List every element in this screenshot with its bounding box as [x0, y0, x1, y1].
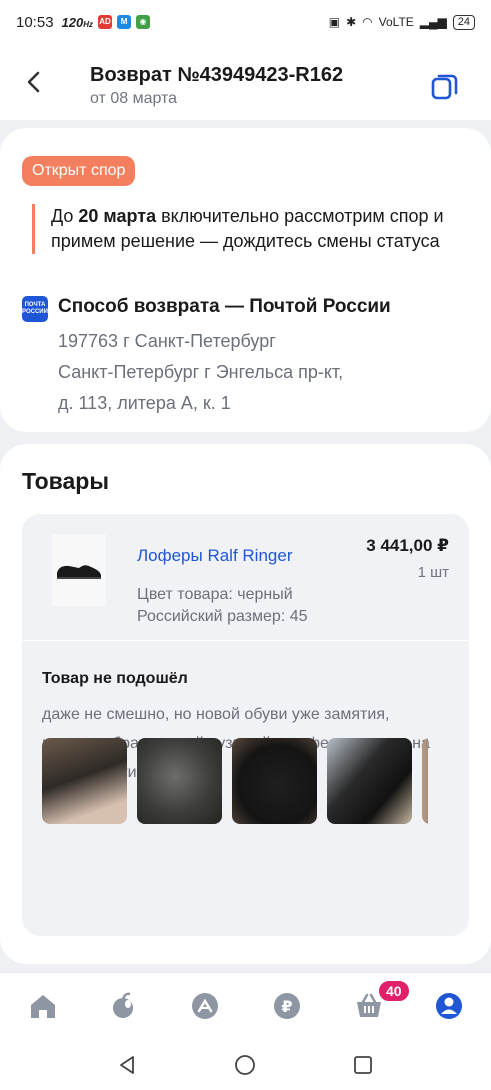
home-icon[interactable]	[28, 991, 58, 1021]
product-quantity: 1 шт	[417, 564, 449, 581]
dispute-notice: До 20 марта включительно рассмотрим спор…	[32, 204, 452, 254]
product-color: Цвет товара: черный	[137, 586, 293, 603]
product-thumbnail[interactable]	[52, 534, 106, 606]
cart-count-badge: 40	[377, 979, 411, 1003]
mail-notification-icon: M	[117, 15, 132, 29]
goods-card: Товары Лоферы Ralf Ringer 3 441,00 ₽ 1 ш…	[0, 444, 491, 964]
nav-back-icon[interactable]	[116, 1054, 138, 1076]
attached-photo[interactable]	[42, 738, 127, 824]
product-name-link[interactable]: Лоферы Ralf Ringer	[137, 546, 292, 566]
dispute-status-badge: Открыт спор	[22, 156, 136, 186]
bottom-tab-bar: ₽ 40	[0, 972, 491, 1040]
status-bar: 10:53 120Hz AD M ◉ ▣ ✱ ◠ VoLTE ▂▄▆ 24	[0, 0, 491, 44]
product-attributes: Цвет товара: черный Российский размер: 4…	[137, 584, 308, 628]
page-header: Возврат №43949423-R162 от 08 марта	[0, 44, 491, 120]
product-price: 3 441,00 ₽	[366, 536, 449, 555]
bluetooth-icon: ✱	[346, 15, 357, 29]
attached-photo[interactable]	[232, 738, 317, 824]
battery-indicator: 24	[452, 14, 475, 30]
nfc-icon: ▣	[328, 15, 341, 29]
attached-photo[interactable]	[327, 738, 412, 824]
shoe-icon	[57, 565, 101, 579]
app-notification-icon: ◉	[136, 15, 151, 29]
attached-photo[interactable]	[137, 738, 222, 824]
signal-icon: ▂▄▆	[419, 15, 447, 29]
ad-notification-icon: AD	[98, 15, 113, 29]
profile-icon[interactable]	[434, 991, 464, 1021]
nav-recents-icon[interactable]	[352, 1054, 374, 1076]
payments-icon[interactable]: ₽	[272, 991, 302, 1021]
goods-item: Лоферы Ralf Ringer 3 441,00 ₽ 1 шт Цвет …	[22, 514, 469, 936]
dispute-card: Открыт спор До 20 марта включительно рас…	[0, 128, 491, 432]
divider	[22, 640, 469, 641]
attached-photo[interactable]	[422, 738, 428, 824]
back-arrow-icon[interactable]	[22, 70, 46, 94]
status-speed: 120Hz	[61, 14, 94, 30]
page-subtitle: от 08 марта	[90, 90, 178, 107]
return-method-title: Способ возврата — Почтой России	[58, 296, 391, 317]
return-reason-title: Товар не подошёл	[42, 670, 188, 687]
catalog-icon[interactable]	[108, 991, 138, 1021]
nav-home-icon[interactable]	[234, 1054, 256, 1076]
svg-text:₽: ₽	[281, 997, 292, 1016]
russian-post-logo-icon: ПОЧТА РОССИИ	[22, 296, 48, 322]
system-navigation-bar	[0, 1040, 491, 1090]
services-icon[interactable]	[190, 991, 220, 1021]
product-size: Российский размер: 45	[137, 608, 308, 625]
network-label: VoLTE	[378, 15, 414, 29]
page-title: Возврат №43949423-R162	[90, 64, 344, 86]
attached-photos[interactable]	[42, 738, 428, 824]
return-address: 197763 г Санкт-Петербург Санкт-Петербург…	[58, 331, 344, 413]
goods-section-title: Товары	[22, 468, 109, 494]
status-time: 10:53	[16, 13, 54, 31]
copy-icon[interactable]	[430, 72, 460, 102]
wifi-icon: ◠	[362, 15, 373, 29]
